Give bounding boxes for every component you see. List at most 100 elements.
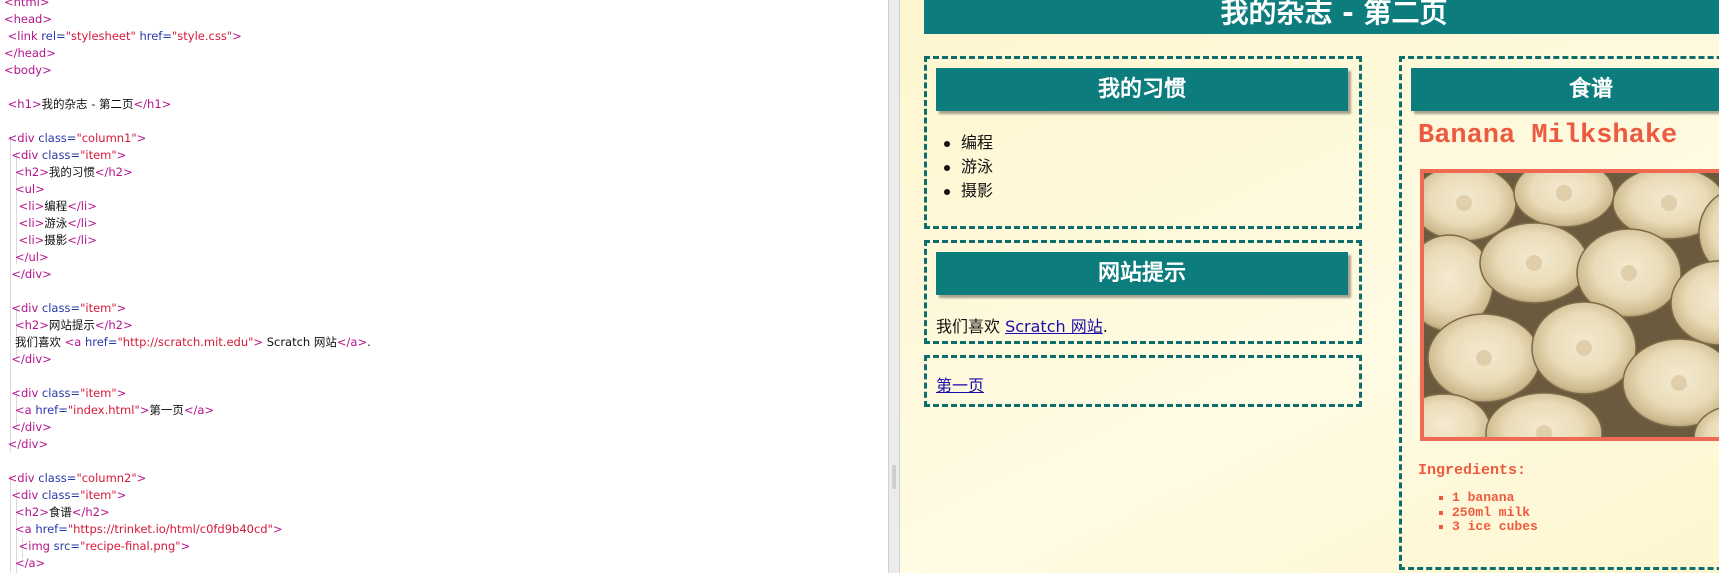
code-line[interactable]: </a> xyxy=(4,555,45,572)
code-line[interactable]: <div class="column1"> xyxy=(4,130,147,147)
code-line[interactable]: </div> xyxy=(4,436,48,453)
code-line[interactable]: <html> xyxy=(4,0,49,11)
code-token: href= xyxy=(84,335,118,349)
scratch-link[interactable]: Scratch 网站 xyxy=(1005,317,1103,336)
code-token: "recipe-final.png" xyxy=(80,539,181,553)
code-editor[interactable]: <html> <head> <link rel="stylesheet" href… xyxy=(0,0,888,573)
code-line[interactable]: <h1>我的杂志 - 第二页</h1> xyxy=(4,96,172,113)
code-token: 我的习惯 xyxy=(48,165,95,179)
code-token: href= xyxy=(135,29,172,43)
code-token: <a xyxy=(14,403,36,417)
code-line[interactable]: <head> xyxy=(4,11,52,28)
code-line[interactable]: <div class="column2"> xyxy=(4,470,147,487)
code-line[interactable]: <img src="recipe-final.png"> xyxy=(4,538,191,555)
code-line[interactable]: <div class="item"> xyxy=(4,300,126,317)
code-token: src= xyxy=(53,539,81,553)
code-line[interactable]: <ul> xyxy=(4,181,45,198)
code-line[interactable]: </div> xyxy=(4,351,52,368)
code-line[interactable]: <div class="item"> xyxy=(4,147,126,164)
recipe-title: Banana Milkshake xyxy=(1418,121,1678,151)
code-token: > xyxy=(136,131,147,145)
recipe-card: 食谱 Banana Milkshake Ingredients: 1 banan… xyxy=(1399,56,1719,570)
code-line[interactable]: <body> xyxy=(4,62,52,79)
ingredients-list: 1 banana 250ml milk 3 ice cubes xyxy=(1439,490,1538,535)
code-token: "style.css" xyxy=(171,29,233,43)
code-line[interactable]: <link rel="stylesheet" href="style.css"> xyxy=(4,28,242,45)
code-line[interactable]: <li>编程</li> xyxy=(4,198,97,215)
habit-item: 摄影 xyxy=(943,179,993,203)
code-token: <div xyxy=(11,488,42,502)
code-line[interactable]: <li>摄影</li> xyxy=(4,232,97,249)
tips-text: 我们喜欢 Scratch 网站. xyxy=(936,313,1108,337)
tips-text-after: . xyxy=(1102,317,1108,336)
code-token: <a xyxy=(14,522,36,536)
code-token: </h2> xyxy=(71,505,110,519)
code-line[interactable]: <li>游泳</li> xyxy=(4,215,97,232)
ingredient-item: 1 banana xyxy=(1439,490,1538,506)
code-token: </h2> xyxy=(94,165,133,179)
code-token: Scratch 网站 xyxy=(263,335,337,349)
code-token: 我们喜欢 xyxy=(4,335,65,349)
page-title: 我的杂志 - 第二页 xyxy=(924,0,1719,34)
code-token: </li> xyxy=(67,199,97,213)
code-line[interactable]: </div> xyxy=(4,266,51,283)
pane-splitter[interactable] xyxy=(888,0,900,573)
code-line[interactable]: </div> xyxy=(4,419,51,436)
code-token: href= xyxy=(35,403,68,417)
code-line[interactable]: <h2>我的习惯</h2> xyxy=(4,164,133,181)
banana-photo[interactable] xyxy=(1420,169,1719,441)
code-token: 网站提示 xyxy=(48,318,95,332)
code-token: "item" xyxy=(80,386,117,400)
code-token: </a> xyxy=(336,335,368,349)
code-line[interactable]: </ul> xyxy=(4,249,49,266)
code-token: "column2" xyxy=(76,471,137,485)
code-token: </head> xyxy=(4,46,56,60)
code-token: <li> xyxy=(18,233,45,247)
code-token: <link xyxy=(7,29,42,43)
habits-list: 编程 游泳 摄影 xyxy=(943,131,993,203)
code-token: > xyxy=(116,148,127,162)
code-token: "item" xyxy=(80,301,117,315)
code-token: <a xyxy=(64,335,85,349)
code-token: class= xyxy=(41,148,81,162)
code-token: <div xyxy=(11,148,42,162)
code-token: "index.html" xyxy=(67,403,140,417)
code-line[interactable]: </head> xyxy=(4,45,56,62)
code-token: </a> xyxy=(183,403,215,417)
code-token: <h2> xyxy=(14,165,49,179)
code-token: </div> xyxy=(11,352,52,366)
code-token: "stylesheet" xyxy=(65,29,136,43)
code-token: > xyxy=(139,403,150,417)
code-token: <h2> xyxy=(14,505,49,519)
code-line[interactable]: 我们喜欢 <a href="http://scratch.mit.edu"> S… xyxy=(4,334,371,351)
code-line[interactable]: <h2>网站提示</h2> xyxy=(4,317,133,334)
page-one-link[interactable]: 第一页 xyxy=(936,376,984,395)
code-token: > xyxy=(136,471,147,485)
code-token: <div xyxy=(11,301,42,315)
code-line[interactable]: <h2>食谱</h2> xyxy=(4,504,110,521)
code-token: . xyxy=(367,335,371,349)
ingredient-item: 250ml milk xyxy=(1439,505,1538,521)
code-token: class= xyxy=(38,131,77,145)
code-token: <body> xyxy=(4,63,52,77)
code-token: </ul> xyxy=(14,250,49,264)
code-line[interactable]: <div class="item"> xyxy=(4,385,126,402)
code-line[interactable]: <div class="item"> xyxy=(4,487,126,504)
code-token: <ul> xyxy=(14,182,45,196)
code-line[interactable]: <a href="index.html">第一页</a> xyxy=(4,402,214,419)
habit-item: 游泳 xyxy=(943,155,993,179)
code-token: rel= xyxy=(41,29,66,43)
splitter-grip-icon[interactable] xyxy=(892,465,896,489)
code-line[interactable]: <a href="https://trinket.io/html/c0fd9b4… xyxy=(4,521,283,538)
code-token: <html> xyxy=(4,0,50,9)
code-token: href= xyxy=(35,522,68,536)
code-token: <img xyxy=(18,539,54,553)
